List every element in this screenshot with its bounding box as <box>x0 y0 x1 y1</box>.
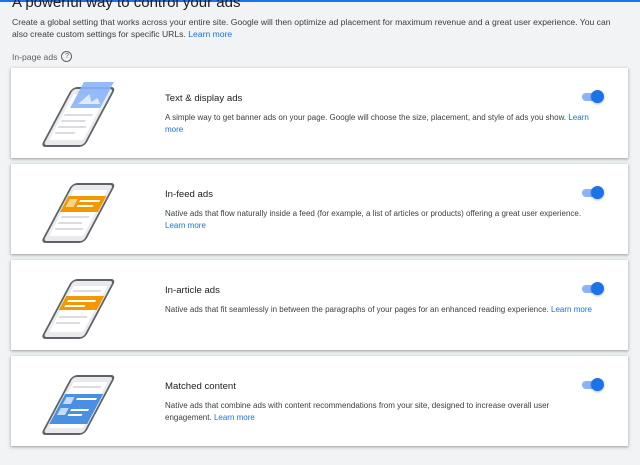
card-matched-content: Matched content Native ads that combine … <box>11 356 628 446</box>
card-text-display-ads: Text & display ads A simple way to get b… <box>11 68 628 158</box>
card-description: Native ads that combine ads with content… <box>165 400 595 424</box>
card-description: Native ads that flow naturally inside a … <box>165 208 595 232</box>
in-article-ads-toggle[interactable] <box>580 282 604 296</box>
page-description: Create a global setting that works acros… <box>12 16 627 40</box>
page-title: A powerful way to control your ads <box>12 0 241 11</box>
in-feed-ads-toggle[interactable] <box>580 186 604 200</box>
toggle-thumb <box>591 282 604 295</box>
card-title: In-feed ads <box>165 189 214 200</box>
card-in-feed-ads: In-feed ads Native ads that flow natural… <box>11 164 628 254</box>
card-in-article-ads: In-article ads Native ads that fit seaml… <box>11 260 628 350</box>
phone-inarticle-ad-icon <box>42 279 115 339</box>
section-label: In-page ads ? <box>12 51 73 62</box>
card-description: A simple way to get banner ads on your p… <box>165 112 595 136</box>
card-title: Text & display ads <box>165 93 243 104</box>
toggle-thumb <box>591 378 604 391</box>
card-description-text: Native ads that fit seamlessly in betwee… <box>165 305 549 314</box>
card-title: Matched content <box>165 381 236 392</box>
card-learn-more-link[interactable]: Learn more <box>551 305 592 314</box>
card-description-text: Native ads that flow naturally inside a … <box>165 209 582 218</box>
card-title: In-article ads <box>165 285 220 296</box>
phone-infeed-ad-icon <box>42 183 115 243</box>
card-description: Native ads that fit seamlessly in betwee… <box>165 304 595 316</box>
text-display-ads-toggle[interactable] <box>580 90 604 104</box>
toggle-thumb <box>591 90 604 103</box>
phone-matched-content-icon <box>42 375 115 435</box>
matched-content-toggle[interactable] <box>580 378 604 392</box>
toggle-thumb <box>591 186 604 199</box>
phone-display-ad-icon <box>42 82 115 147</box>
card-description-text: A simple way to get banner ads on your p… <box>165 113 567 122</box>
card-learn-more-link[interactable]: Learn more <box>165 221 206 230</box>
card-learn-more-link[interactable]: Learn more <box>214 413 255 422</box>
help-icon[interactable]: ? <box>61 51 73 62</box>
page-description-text: Create a global setting that works acros… <box>12 17 611 39</box>
section-label-text: In-page ads <box>12 51 58 62</box>
description-learn-more-link[interactable]: Learn more <box>188 29 232 39</box>
